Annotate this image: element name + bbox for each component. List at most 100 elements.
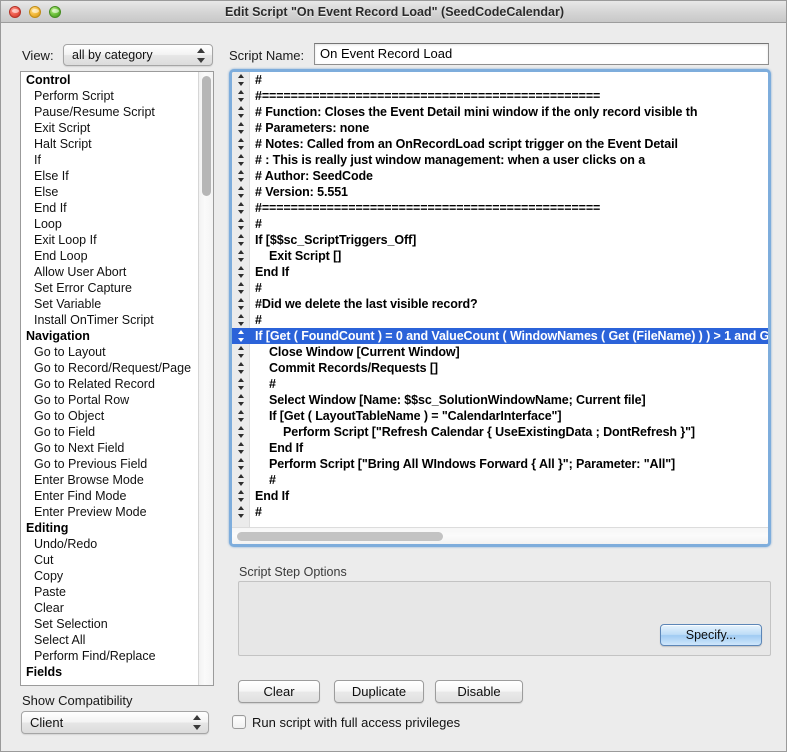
script-row[interactable]: # — [232, 72, 768, 88]
step-list-item[interactable]: Go to Portal Row — [21, 392, 199, 408]
script-row[interactable]: # Function: Closes the Event Detail mini… — [232, 104, 768, 120]
clear-button[interactable]: Clear — [238, 680, 320, 703]
step-list-item[interactable]: Enter Find Mode — [21, 488, 199, 504]
drag-handle-icon[interactable] — [238, 90, 245, 102]
step-list-item[interactable]: Perform Script — [21, 88, 199, 104]
drag-handle-icon[interactable] — [238, 394, 245, 406]
script-name-input[interactable]: On Event Record Load — [314, 43, 769, 65]
script-steps-scrollbar-thumb[interactable] — [202, 76, 211, 196]
script-row[interactable]: Commit Records/Requests [] — [232, 360, 768, 376]
script-steps-list[interactable]: ControlPerform ScriptPause/Resume Script… — [21, 72, 199, 686]
step-list-item[interactable]: Paste — [21, 584, 199, 600]
drag-handle-icon[interactable] — [238, 490, 245, 502]
step-list-item[interactable]: Set Selection — [21, 616, 199, 632]
drag-handle-icon[interactable] — [238, 362, 245, 374]
step-list-item[interactable]: Exit Script — [21, 120, 199, 136]
drag-handle-icon[interactable] — [238, 74, 245, 86]
script-row[interactable]: # Author: SeedCode — [232, 168, 768, 184]
step-list-item[interactable]: Install OnTimer Script — [21, 312, 199, 328]
script-row[interactable]: # — [232, 472, 768, 488]
drag-handle-icon[interactable] — [238, 330, 245, 342]
step-list-item[interactable]: Go to Related Record — [21, 376, 199, 392]
step-list-item[interactable]: Go to Layout — [21, 344, 199, 360]
step-list-item[interactable]: Loop — [21, 216, 199, 232]
script-row[interactable]: Close Window [Current Window] — [232, 344, 768, 360]
drag-handle-icon[interactable] — [238, 410, 245, 422]
step-list-item[interactable]: Set Error Capture — [21, 280, 199, 296]
script-row[interactable]: # Parameters: none — [232, 120, 768, 136]
drag-handle-icon[interactable] — [238, 154, 245, 166]
script-row[interactable]: #Did we delete the last visible record? — [232, 296, 768, 312]
drag-handle-icon[interactable] — [238, 138, 245, 150]
script-editor-body[interactable]: ##======================================… — [232, 72, 768, 544]
step-list-item[interactable]: Else — [21, 184, 199, 200]
step-list-item[interactable]: Select All — [21, 632, 199, 648]
step-list-item[interactable]: Undo/Redo — [21, 536, 199, 552]
script-horizontal-scrollbar[interactable] — [232, 527, 768, 544]
script-row[interactable]: End If — [232, 264, 768, 280]
drag-handle-icon[interactable] — [238, 202, 245, 214]
step-list-item[interactable]: Exit Loop If — [21, 232, 199, 248]
script-row[interactable]: # : This is really just window managemen… — [232, 152, 768, 168]
script-rows[interactable]: ##======================================… — [232, 72, 768, 520]
view-dropdown[interactable]: all by category — [63, 44, 213, 66]
step-list-item[interactable]: Go to Next Field — [21, 440, 199, 456]
drag-handle-icon[interactable] — [238, 298, 245, 310]
script-row[interactable]: #=======================================… — [232, 200, 768, 216]
drag-handle-icon[interactable] — [238, 234, 245, 246]
script-row[interactable]: # Notes: Called from an OnRecordLoad scr… — [232, 136, 768, 152]
script-row[interactable]: Perform Script ["Refresh Calendar { UseE… — [232, 424, 768, 440]
step-list-item[interactable]: Perform Find/Replace — [21, 648, 199, 664]
step-list-item[interactable]: Allow User Abort — [21, 264, 199, 280]
script-row[interactable]: # — [232, 504, 768, 520]
script-row[interactable]: If [$$sc_ScriptTriggers_Off] — [232, 232, 768, 248]
script-row[interactable]: Select Window [Name: $$sc_SolutionWindow… — [232, 392, 768, 408]
drag-handle-icon[interactable] — [238, 266, 245, 278]
drag-handle-icon[interactable] — [238, 106, 245, 118]
drag-handle-icon[interactable] — [238, 282, 245, 294]
script-row[interactable]: End If — [232, 440, 768, 456]
step-list-item[interactable]: If — [21, 152, 199, 168]
step-list-item[interactable]: Go to Record/Request/Page — [21, 360, 199, 376]
step-list-item[interactable]: End If — [21, 200, 199, 216]
step-list-item[interactable]: Else If — [21, 168, 199, 184]
script-row-selected[interactable]: If [Get ( FoundCount ) = 0 and ValueCoun… — [232, 328, 768, 344]
drag-handle-icon[interactable] — [238, 474, 245, 486]
step-list-item[interactable]: Pause/Resume Script — [21, 104, 199, 120]
script-row[interactable]: #=======================================… — [232, 88, 768, 104]
step-list-item[interactable]: Cut — [21, 552, 199, 568]
drag-handle-icon[interactable] — [238, 186, 245, 198]
specify-button[interactable]: Specify... — [660, 624, 762, 646]
drag-handle-icon[interactable] — [238, 314, 245, 326]
drag-handle-icon[interactable] — [238, 346, 245, 358]
duplicate-button[interactable]: Duplicate — [334, 680, 424, 703]
drag-handle-icon[interactable] — [238, 250, 245, 262]
step-list-item[interactable]: Clear — [21, 600, 199, 616]
script-row[interactable]: # Version: 5.551 — [232, 184, 768, 200]
step-list-item[interactable]: Enter Browse Mode — [21, 472, 199, 488]
step-list-item[interactable]: Set Variable — [21, 296, 199, 312]
script-row[interactable]: # — [232, 376, 768, 392]
drag-handle-icon[interactable] — [238, 442, 245, 454]
step-list-item[interactable]: Go to Field — [21, 424, 199, 440]
step-list-item[interactable]: Enter Preview Mode — [21, 504, 199, 520]
script-row[interactable]: # — [232, 280, 768, 296]
full-access-checkbox[interactable] — [232, 715, 246, 729]
script-row[interactable]: Perform Script ["Bring All WIndows Forwa… — [232, 456, 768, 472]
drag-handle-icon[interactable] — [238, 426, 245, 438]
step-list-item[interactable]: Copy — [21, 568, 199, 584]
script-row[interactable]: # — [232, 312, 768, 328]
script-horizontal-scrollbar-thumb[interactable] — [237, 532, 443, 541]
drag-handle-icon[interactable] — [238, 170, 245, 182]
step-list-item[interactable]: End Loop — [21, 248, 199, 264]
script-row[interactable]: # — [232, 216, 768, 232]
script-row[interactable]: If [Get ( LayoutTableName ) = "CalendarI… — [232, 408, 768, 424]
compatibility-dropdown[interactable]: Client — [21, 711, 209, 734]
script-steps-scrollbar[interactable] — [198, 72, 213, 685]
drag-handle-icon[interactable] — [238, 458, 245, 470]
drag-handle-icon[interactable] — [238, 506, 245, 518]
drag-handle-icon[interactable] — [238, 378, 245, 390]
step-list-item[interactable]: Go to Object — [21, 408, 199, 424]
drag-handle-icon[interactable] — [238, 122, 245, 134]
full-access-label[interactable]: Run script with full access privileges — [252, 714, 460, 731]
